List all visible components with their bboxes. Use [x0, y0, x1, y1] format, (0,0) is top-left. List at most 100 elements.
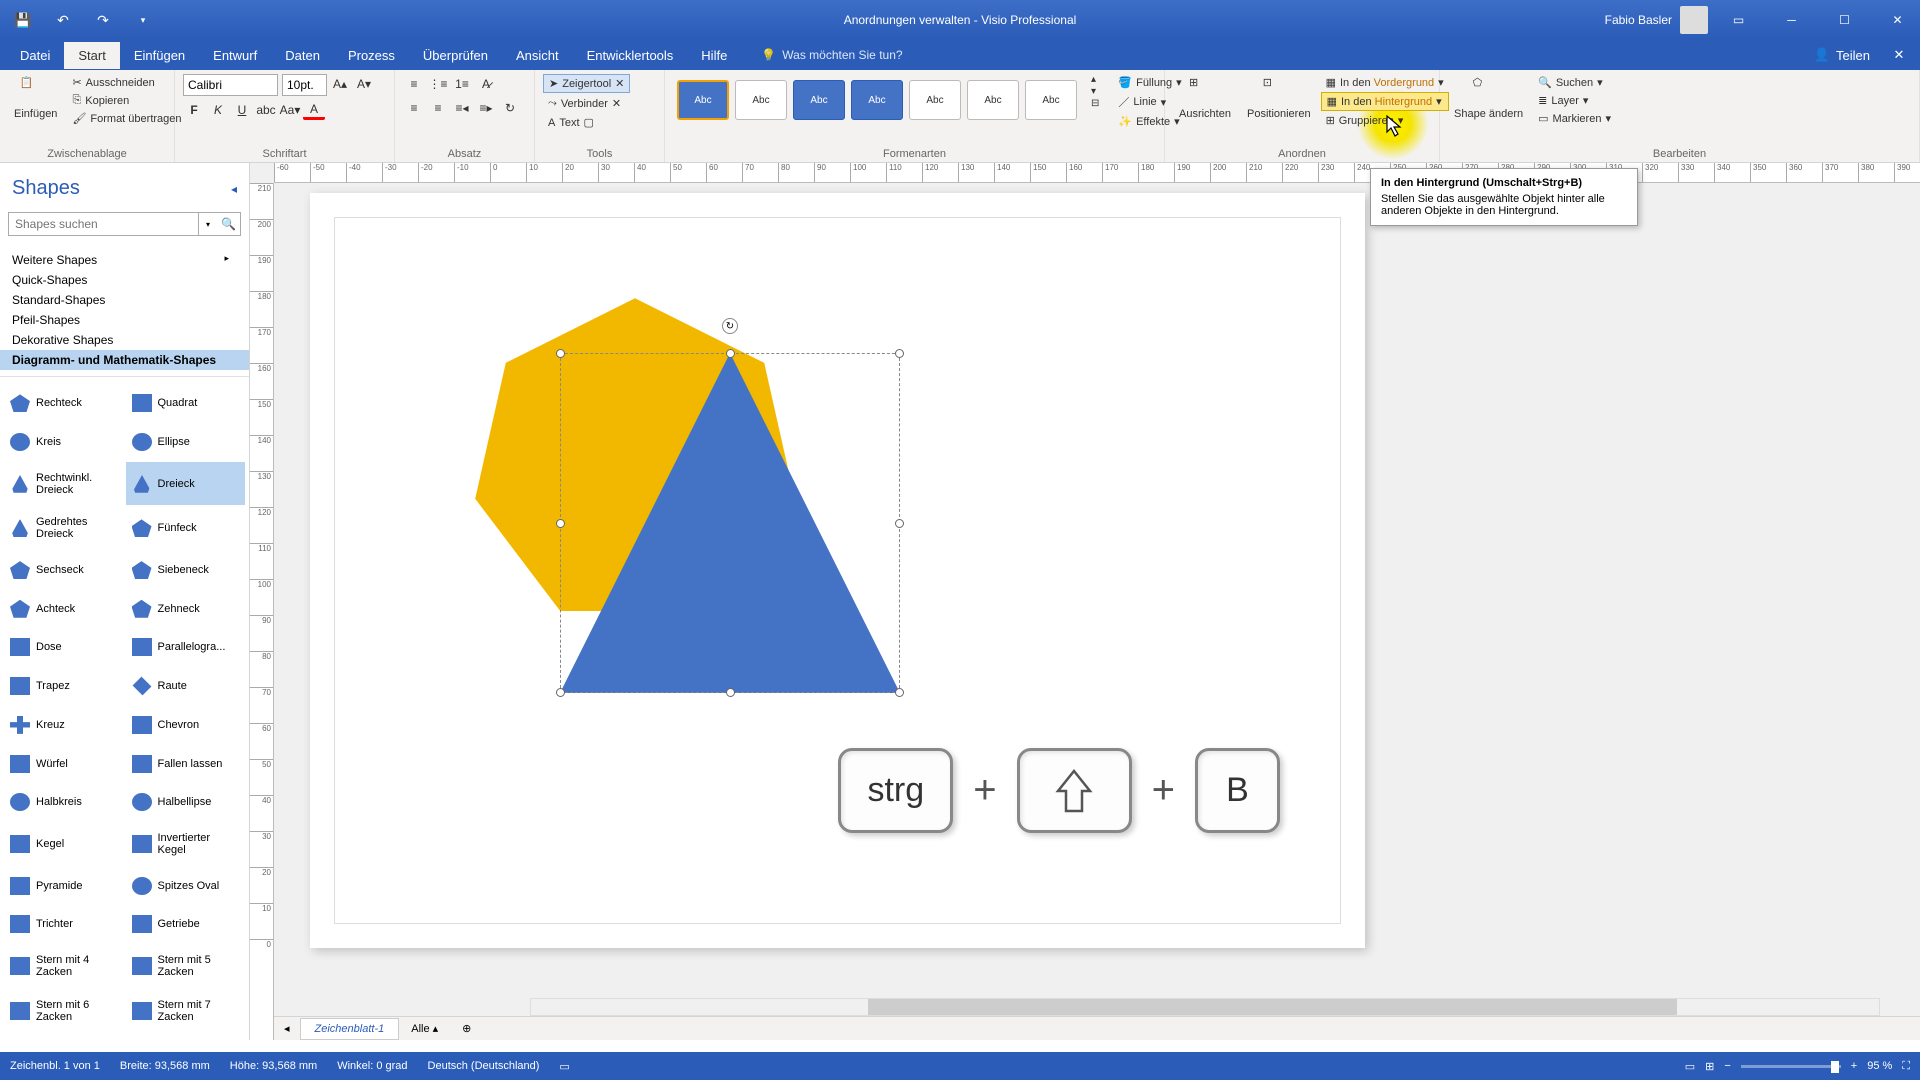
shape-item[interactable]: Ellipse	[126, 424, 246, 461]
indent-dec-button[interactable]: ≡◂	[451, 98, 473, 118]
style-item[interactable]: Abc	[909, 80, 961, 120]
share-button[interactable]: 👤 Teilen	[1800, 41, 1884, 69]
numbering-button[interactable]: 1≡	[451, 74, 473, 94]
search-dropdown[interactable]: ▾	[199, 212, 217, 236]
shape-cat[interactable]: Pfeil-Shapes	[0, 310, 249, 330]
shape-item[interactable]: Stern mit 5 Zacken	[126, 945, 246, 988]
canvas-area[interactable]: -60-50-40-30-20-100102030405060708090100…	[250, 163, 1920, 1040]
style-item[interactable]: Abc	[851, 80, 903, 120]
sheet-nav-prev[interactable]: ◂	[274, 1022, 300, 1035]
bold-button[interactable]: F	[183, 100, 205, 120]
position-button[interactable]: ⊡ Positionieren	[1241, 74, 1317, 122]
font-family-select[interactable]	[183, 74, 278, 96]
save-button[interactable]: 💾	[8, 5, 38, 35]
tab-ansicht[interactable]: Ansicht	[502, 42, 573, 69]
minimize-button[interactable]: ─	[1769, 0, 1814, 40]
sheet-tab[interactable]: Zeichenblatt-1	[300, 1018, 400, 1040]
sel-handle[interactable]	[895, 688, 904, 697]
horizontal-scrollbar[interactable]	[530, 998, 1880, 1016]
qat-menu[interactable]: ▾	[128, 5, 158, 35]
collapse-panel-icon[interactable]: ◂	[231, 182, 237, 196]
fit-window-button[interactable]: ⛶	[1902, 1060, 1910, 1073]
bring-front-button[interactable]: ▦ In den Vordergrund ▾	[1321, 74, 1449, 91]
sel-handle[interactable]	[556, 519, 565, 528]
shape-item[interactable]: Fallen lassen	[126, 745, 246, 782]
shape-item[interactable]: Sechseck	[4, 552, 124, 589]
close-button[interactable]: ✕	[1875, 0, 1920, 40]
shape-cat-active[interactable]: Diagramm- und Mathematik-Shapes	[0, 350, 249, 370]
pointer-tool-button[interactable]: ➤ Zeigertool ✕	[543, 74, 630, 93]
shape-item[interactable]: Kreuz	[4, 707, 124, 744]
align-center-button[interactable]: ≡	[427, 98, 449, 118]
zoom-slider[interactable]	[1741, 1065, 1841, 1068]
undo-button[interactable]: ↶	[48, 5, 78, 35]
tab-entwicklertools[interactable]: Entwicklertools	[573, 42, 688, 69]
shape-item[interactable]: Getriebe	[126, 906, 246, 943]
shape-item[interactable]: Spitzes Oval	[126, 867, 246, 904]
status-lang[interactable]: Deutsch (Deutschland)	[428, 1060, 540, 1072]
align-left-button[interactable]: ≡	[403, 98, 425, 118]
scroll-thumb[interactable]	[868, 999, 1677, 1015]
shape-item[interactable]: Dose	[4, 629, 124, 666]
increase-font-button[interactable]: A▴	[329, 74, 351, 94]
zoom-level[interactable]: 95 %	[1867, 1060, 1892, 1072]
group-button[interactable]: ⊞ Gruppieren ▾	[1321, 112, 1449, 129]
shape-item[interactable]: Invertierter Kegel	[126, 823, 246, 866]
shape-item[interactable]: Chevron	[126, 707, 246, 744]
tab-prozess[interactable]: Prozess	[334, 42, 409, 69]
style-gallery[interactable]: Abc Abc Abc Abc Abc Abc Abc	[673, 74, 1081, 126]
shape-item[interactable]: Zehneck	[126, 590, 246, 627]
shape-item[interactable]: Stern mit 4 Zacken	[4, 945, 124, 988]
send-back-button[interactable]: ▦ In den Hintergrund ▾	[1321, 92, 1449, 111]
shape-item[interactable]: Siebeneck	[126, 552, 246, 589]
triangle-shape-selected[interactable]: ↻	[560, 353, 900, 693]
search-button[interactable]: 🔍	[217, 212, 241, 236]
rotate-text-button[interactable]: ↻	[499, 98, 521, 118]
tab-entwurf[interactable]: Entwurf	[199, 42, 271, 69]
style-item[interactable]: Abc	[967, 80, 1019, 120]
shape-item[interactable]: Kegel	[4, 823, 124, 866]
shape-item[interactable]: Gedrehtes Dreieck	[4, 507, 124, 550]
change-shape-button[interactable]: ⬠ Shape ändern	[1448, 74, 1529, 122]
align-top-button[interactable]: ≡	[403, 74, 425, 94]
ribbon-mode-button[interactable]: ▭	[1716, 0, 1761, 40]
layer-button[interactable]: ≣ Layer ▾	[1533, 92, 1616, 109]
sel-handle[interactable]	[556, 688, 565, 697]
paste-button[interactable]: 📋 Einfügen	[8, 74, 63, 122]
format-painter-button[interactable]: 🖌 Format übertragen	[67, 110, 186, 127]
redo-button[interactable]: ↷	[88, 5, 118, 35]
search-input[interactable]	[8, 212, 199, 236]
view-normal-button[interactable]: ⊞	[1705, 1060, 1714, 1073]
style-item[interactable]: Abc	[735, 80, 787, 120]
tab-daten[interactable]: Daten	[271, 42, 334, 69]
gallery-more[interactable]: ⊟	[1091, 98, 1099, 109]
sel-handle[interactable]	[895, 349, 904, 358]
copy-button[interactable]: ⎘ Kopieren	[67, 92, 186, 109]
drawing-page[interactable]: ↻ strg +	[310, 193, 1365, 948]
case-button[interactable]: Aa▾	[279, 100, 301, 120]
decrease-font-button[interactable]: A▾	[353, 74, 375, 94]
zoom-in-button[interactable]: +	[1851, 1060, 1857, 1072]
gallery-up[interactable]: ▴	[1091, 74, 1099, 85]
shape-cat[interactable]: Weitere Shapes	[0, 250, 249, 270]
shape-item[interactable]: Achteck	[4, 590, 124, 627]
tab-einfuegen[interactable]: Einfügen	[120, 42, 199, 69]
font-size-select[interactable]	[282, 74, 327, 96]
tellme-search[interactable]: 💡 Was möchten Sie tun?	[761, 48, 902, 62]
underline-button[interactable]: U	[231, 100, 253, 120]
shape-item[interactable]: Halbkreis	[4, 784, 124, 821]
sel-handle[interactable]	[726, 349, 735, 358]
bullets-button[interactable]: ⋮≡	[427, 74, 449, 94]
status-record[interactable]: ▭	[559, 1060, 569, 1073]
shape-item[interactable]: Raute	[126, 668, 246, 705]
text-tool-button[interactable]: A Text ▢	[543, 114, 599, 131]
gallery-down[interactable]: ▾	[1091, 86, 1099, 97]
shape-item[interactable]: Rechteck	[4, 385, 124, 422]
shape-item[interactable]: Dreieck	[126, 462, 246, 505]
add-sheet-button[interactable]: ⊕	[450, 1018, 483, 1039]
close-doc-button[interactable]: ✕	[1884, 47, 1914, 63]
sel-handle[interactable]	[895, 519, 904, 528]
indent-inc-button[interactable]: ≡▸	[475, 98, 497, 118]
find-button[interactable]: 🔍 Suchen ▾	[1533, 74, 1616, 91]
tab-ueberpruefen[interactable]: Überprüfen	[409, 42, 502, 69]
